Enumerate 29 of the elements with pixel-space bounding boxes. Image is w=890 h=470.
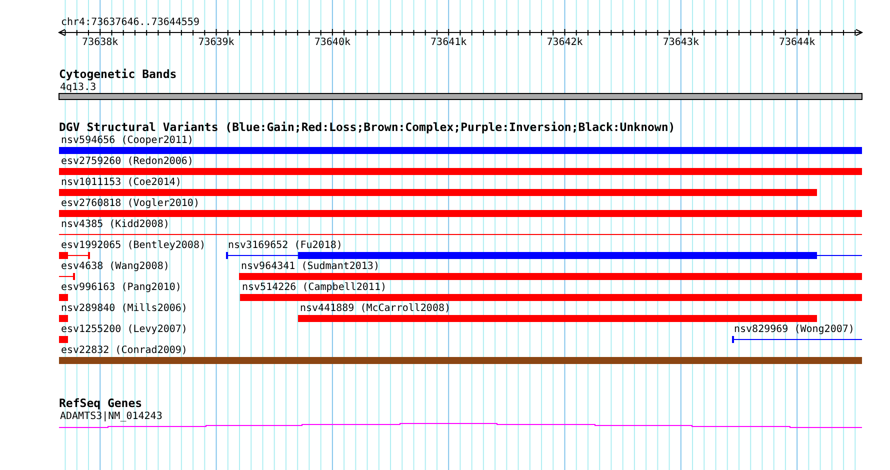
tick-label: 73643k bbox=[662, 37, 699, 48]
gene-label: ADAMTS3|NM_014243 bbox=[60, 411, 162, 422]
region-title: chr4:73637646..73644559 bbox=[61, 17, 200, 28]
variant-label: nsv594656 (Cooper2011) bbox=[61, 135, 194, 146]
tick-label: 73639k bbox=[198, 37, 234, 48]
variant-label: esv1992065 (Bentley2008) bbox=[61, 240, 206, 251]
tick-label: 73640k bbox=[314, 37, 350, 48]
variant-label: esv996163 (Pang2010) bbox=[61, 282, 182, 293]
variant-label: nsv289840 (Mills2006) bbox=[61, 303, 188, 314]
band-label: 4q13.3 bbox=[60, 82, 96, 93]
variant-label: nsv1011153 (Coe2014) bbox=[61, 177, 182, 188]
variant-label: esv1255200 (Levy2007) bbox=[61, 324, 188, 335]
variant-label: nsv441889 (McCarroll2008) bbox=[300, 303, 451, 314]
variant-label: nsv4385 (Kidd2008) bbox=[61, 219, 170, 230]
tick-label: 73641k bbox=[430, 37, 467, 48]
variant-label: nsv514226 (Campbell2011) bbox=[242, 282, 386, 293]
variant-label: esv2760818 (Vogler2010) bbox=[61, 198, 200, 209]
track-title: RefSeq Genes bbox=[59, 396, 142, 410]
tick-label: 73644k bbox=[779, 37, 816, 48]
variant-label: nsv829969 (Wong2007) bbox=[734, 324, 854, 335]
variant-label: esv22832 (Conrad2009) bbox=[61, 345, 188, 356]
track-title: Cytogenetic Bands bbox=[59, 67, 177, 81]
variant-label: esv2759260 (Redon2006) bbox=[61, 156, 194, 167]
track-title: DGV Structural Variants (Blue:Gain;Red:Loss;Brown:Complex;Purple:Inversion;Black:Unknown) bbox=[59, 120, 676, 134]
tick-label: 73638k bbox=[82, 37, 118, 48]
variant-label: nsv964341 (Sudmant2013) bbox=[241, 261, 380, 272]
tick-label: 73642k bbox=[546, 37, 583, 48]
variant-label: esv4638 (Wang2008) bbox=[61, 261, 170, 272]
variant-label: nsv3169652 (Fu2018) bbox=[228, 240, 342, 251]
